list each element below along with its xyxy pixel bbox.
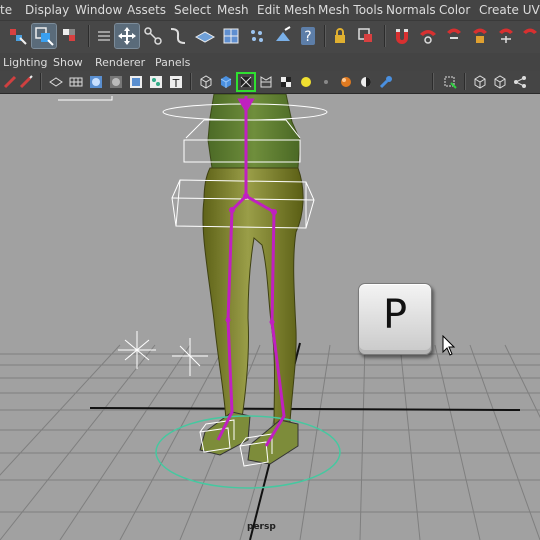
toolbar-separator — [432, 73, 434, 90]
menu-mesh-tools[interactable]: Mesh Tools — [318, 3, 383, 17]
panel-toolbar: T — [0, 71, 540, 94]
menu-display[interactable]: Display — [25, 3, 69, 17]
paint-weights-icon[interactable] — [58, 24, 82, 48]
menu-color[interactable]: Color — [439, 3, 470, 17]
cube-icon[interactable] — [492, 74, 508, 90]
wireframe-icon[interactable] — [48, 74, 64, 90]
menu-create[interactable]: te — [0, 3, 12, 17]
help-icon[interactable]: ? — [296, 24, 320, 48]
hotkey-overlay: P — [358, 283, 432, 355]
joint-tool-icon[interactable] — [141, 24, 165, 48]
svg-text:T: T — [172, 77, 180, 90]
lock-icon[interactable] — [328, 24, 352, 48]
cube-shaded-icon[interactable] — [218, 74, 234, 90]
toolbar-separator — [88, 25, 90, 47]
menu-mesh[interactable]: Mesh — [217, 3, 249, 17]
camera-name-label: persp — [247, 522, 276, 532]
share-icon[interactable] — [512, 74, 528, 90]
sculpt-icon[interactable] — [271, 24, 295, 48]
menu-edit-mesh[interactable]: Edit Mesh — [257, 3, 316, 17]
shadow-icon[interactable] — [318, 74, 334, 90]
perspective-viewport[interactable]: persp — [0, 94, 540, 540]
menu-assets[interactable]: Assets — [127, 3, 166, 17]
cube-wire-icon[interactable] — [198, 74, 214, 90]
panel-menu-lighting[interactable]: Lighting — [3, 56, 47, 69]
flat-shade-icon[interactable] — [108, 74, 124, 90]
smooth-shade-icon[interactable] — [88, 74, 104, 90]
panel-menu-panels[interactable]: Panels — [155, 56, 190, 69]
paint-select-icon[interactable] — [6, 24, 30, 48]
panel-menubar: Lighting Show Renderer Panels — [0, 53, 540, 71]
lattice-icon[interactable] — [219, 24, 243, 48]
hotkey-label: P — [382, 292, 408, 338]
main-menubar: te Display Window Assets Select Mesh Edi… — [0, 0, 540, 20]
mouse-cursor-icon — [442, 335, 456, 356]
text-icon[interactable]: T — [168, 74, 184, 90]
panel-menu-show[interactable]: Show — [53, 56, 83, 69]
bind-skin-icon[interactable] — [354, 24, 378, 48]
smooth-wire-icon[interactable] — [258, 74, 274, 90]
magnet-icon[interactable] — [416, 24, 440, 48]
curve-tool-icon[interactable] — [166, 24, 190, 48]
magnet-icon[interactable] — [390, 24, 414, 48]
menu-select[interactable]: Select — [174, 3, 211, 17]
cube-icon[interactable] — [472, 74, 488, 90]
light-icon[interactable] — [298, 74, 314, 90]
menu-normals[interactable]: Normals — [386, 3, 436, 17]
maya-window: te Display Window Assets Select Mesh Edi… — [0, 0, 540, 540]
textured-icon[interactable] — [128, 74, 144, 90]
scene-view — [0, 94, 540, 540]
plane-icon[interactable] — [193, 24, 217, 48]
toolbar-separator — [40, 73, 42, 90]
panel-menu-renderer[interactable]: Renderer — [95, 56, 145, 69]
menu-window[interactable]: Window — [75, 3, 122, 17]
isolate-icon[interactable] — [236, 72, 256, 92]
move-tool-icon[interactable] — [114, 23, 140, 49]
lights-icon[interactable] — [148, 74, 164, 90]
magnet-icon[interactable] — [518, 24, 540, 48]
pencil-icon[interactable] — [18, 74, 34, 90]
xray-icon[interactable] — [358, 74, 374, 90]
menu-create-uvs[interactable]: Create UVs — [479, 3, 540, 17]
toolbar-separator — [324, 25, 326, 47]
magnet-icon[interactable] — [494, 24, 518, 48]
svg-text:?: ? — [304, 29, 311, 45]
toolbar-separator — [190, 73, 192, 90]
toolbar-separator — [464, 73, 466, 90]
joint-xray-icon[interactable] — [378, 74, 394, 90]
magnet-icon[interactable] — [442, 24, 466, 48]
status-toolbar: ? — [0, 20, 540, 54]
lasso-select-icon[interactable] — [31, 23, 57, 49]
toolbar-separator — [384, 25, 386, 47]
shaded-icon[interactable] — [68, 74, 84, 90]
sphere-icon[interactable] — [338, 74, 354, 90]
soft-select-icon[interactable] — [92, 24, 116, 48]
select-mode-icon[interactable] — [442, 74, 458, 90]
checker-icon[interactable] — [278, 74, 294, 90]
magnet-icon[interactable] — [468, 24, 492, 48]
smooth-icon[interactable] — [245, 24, 269, 48]
camera-icon[interactable] — [2, 74, 18, 90]
